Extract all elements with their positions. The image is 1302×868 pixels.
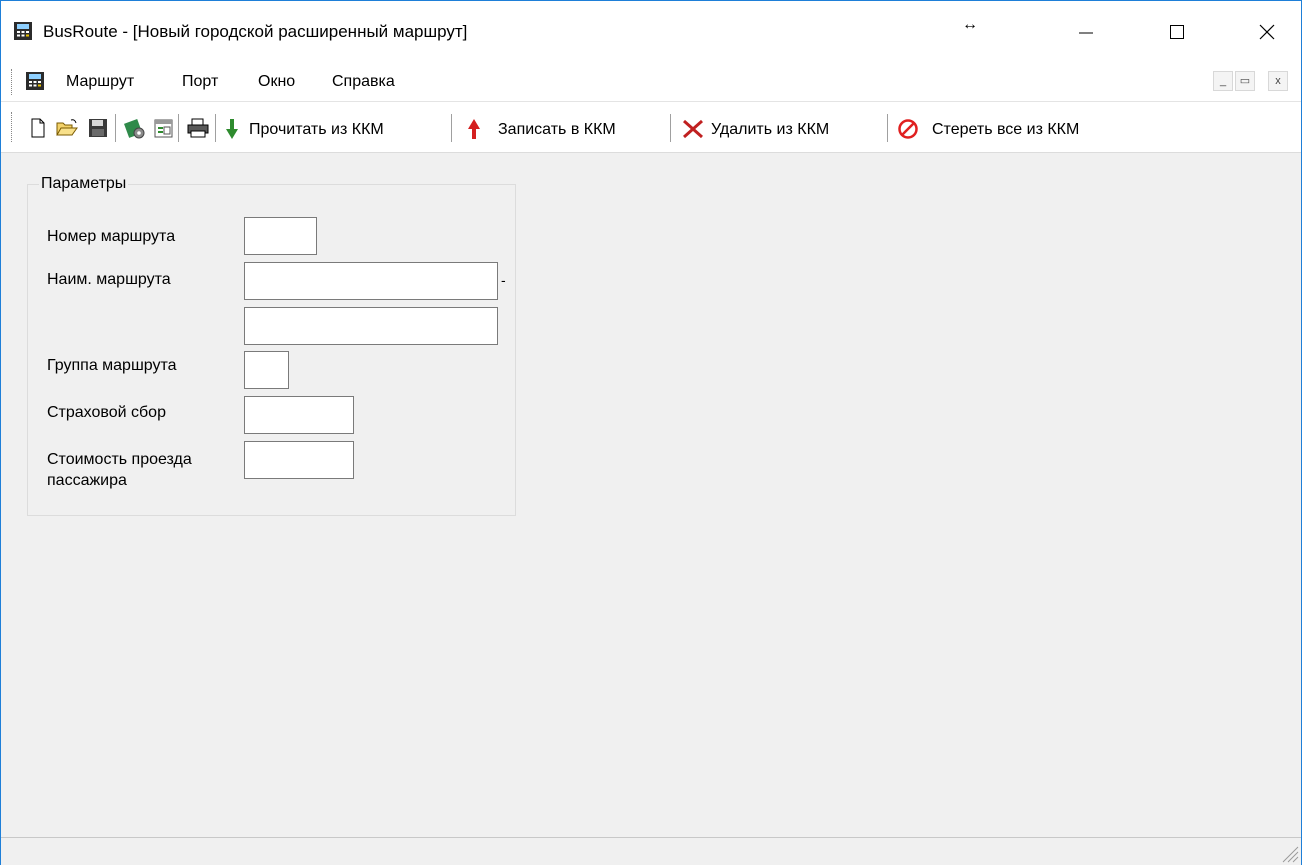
- menu-help[interactable]: Справка: [332, 73, 395, 91]
- app-window: BusRoute - [Новый городской расширенный …: [0, 0, 1302, 865]
- document-icon[interactable]: [25, 71, 45, 91]
- write-to-kkm-button[interactable]: Записать в ККМ: [498, 121, 616, 139]
- mdi-close-button[interactable]: x: [1268, 71, 1288, 91]
- route-name-separator: -: [501, 272, 506, 288]
- read-from-kkm-button[interactable]: Прочитать из ККМ: [249, 121, 384, 139]
- delete-x-icon[interactable]: [682, 118, 703, 139]
- menu-grip: [11, 69, 15, 95]
- toolbar-separator: [451, 114, 452, 142]
- mdi-minimize-button[interactable]: _: [1213, 71, 1233, 91]
- route-group-label: Группа маршрута: [47, 357, 177, 374]
- route-name-input-2[interactable]: [244, 307, 498, 345]
- minimize-button[interactable]: [1063, 9, 1109, 55]
- resize-grip-icon[interactable]: [1277, 841, 1299, 863]
- mdi-restore-button[interactable]: ▭: [1235, 71, 1255, 91]
- passenger-fare-label: Стоимость проезда пассажира: [47, 449, 192, 491]
- route-number-label: Номер маршрута: [47, 228, 176, 245]
- window-title: BusRoute - [Новый городской расширенный …: [43, 22, 468, 41]
- menu-port[interactable]: Порт: [182, 73, 218, 91]
- maximize-button[interactable]: [1154, 9, 1200, 55]
- maximize-icon: [1170, 25, 1184, 39]
- toolbar-grip: [11, 112, 15, 142]
- parameters-title: Параметры: [39, 175, 129, 193]
- menu-route[interactable]: Маршрут: [66, 73, 134, 91]
- delete-from-kkm-button[interactable]: Удалить из ККМ: [711, 121, 829, 139]
- new-file-icon[interactable]: [28, 118, 48, 138]
- passenger-fare-label-line1: Стоимость проезда: [47, 451, 192, 468]
- toolbar-separator: [115, 114, 116, 142]
- insurance-fee-label: Страховой сбор: [47, 404, 166, 421]
- open-folder-icon[interactable]: [56, 118, 78, 138]
- erase-all-kkm-button[interactable]: Стереть все из ККМ: [932, 121, 1079, 139]
- print-icon[interactable]: [187, 118, 209, 138]
- route-group-input[interactable]: [244, 351, 289, 389]
- settings-icon[interactable]: [124, 118, 145, 139]
- route-name-input-1[interactable]: [244, 262, 498, 300]
- toolbar-separator: [670, 114, 671, 142]
- close-button[interactable]: [1244, 9, 1290, 55]
- toolbar-separator: [887, 114, 888, 142]
- status-bar: [1, 837, 1301, 865]
- passenger-fare-input[interactable]: [244, 441, 354, 479]
- close-icon: [1259, 24, 1275, 40]
- route-number-input[interactable]: [244, 217, 317, 255]
- app-icon: [13, 21, 33, 41]
- erase-all-icon[interactable]: [897, 118, 918, 139]
- save-icon[interactable]: [88, 118, 108, 138]
- toolbar-separator: [178, 114, 179, 142]
- properties-icon[interactable]: [153, 118, 173, 138]
- minimize-icon: [1079, 32, 1093, 34]
- insurance-fee-input[interactable]: [244, 396, 354, 434]
- toolbar: Прочитать из ККМ Записать в ККМ Удалить …: [1, 102, 1301, 153]
- read-arrow-icon[interactable]: [225, 118, 245, 139]
- menu-window[interactable]: Окно: [258, 73, 295, 91]
- toolbar-separator: [215, 114, 216, 142]
- title-bar[interactable]: BusRoute - [Новый городской расширенный …: [1, 1, 1301, 63]
- route-name-label: Наим. маршрута: [47, 271, 171, 288]
- write-arrow-icon[interactable]: [467, 118, 487, 139]
- menu-bar: Маршрут Порт Окно Справка _ ▭ x: [1, 63, 1301, 102]
- passenger-fare-label-line2: пассажира: [47, 472, 127, 489]
- resize-arrow-icon: ↔: [962, 16, 978, 33]
